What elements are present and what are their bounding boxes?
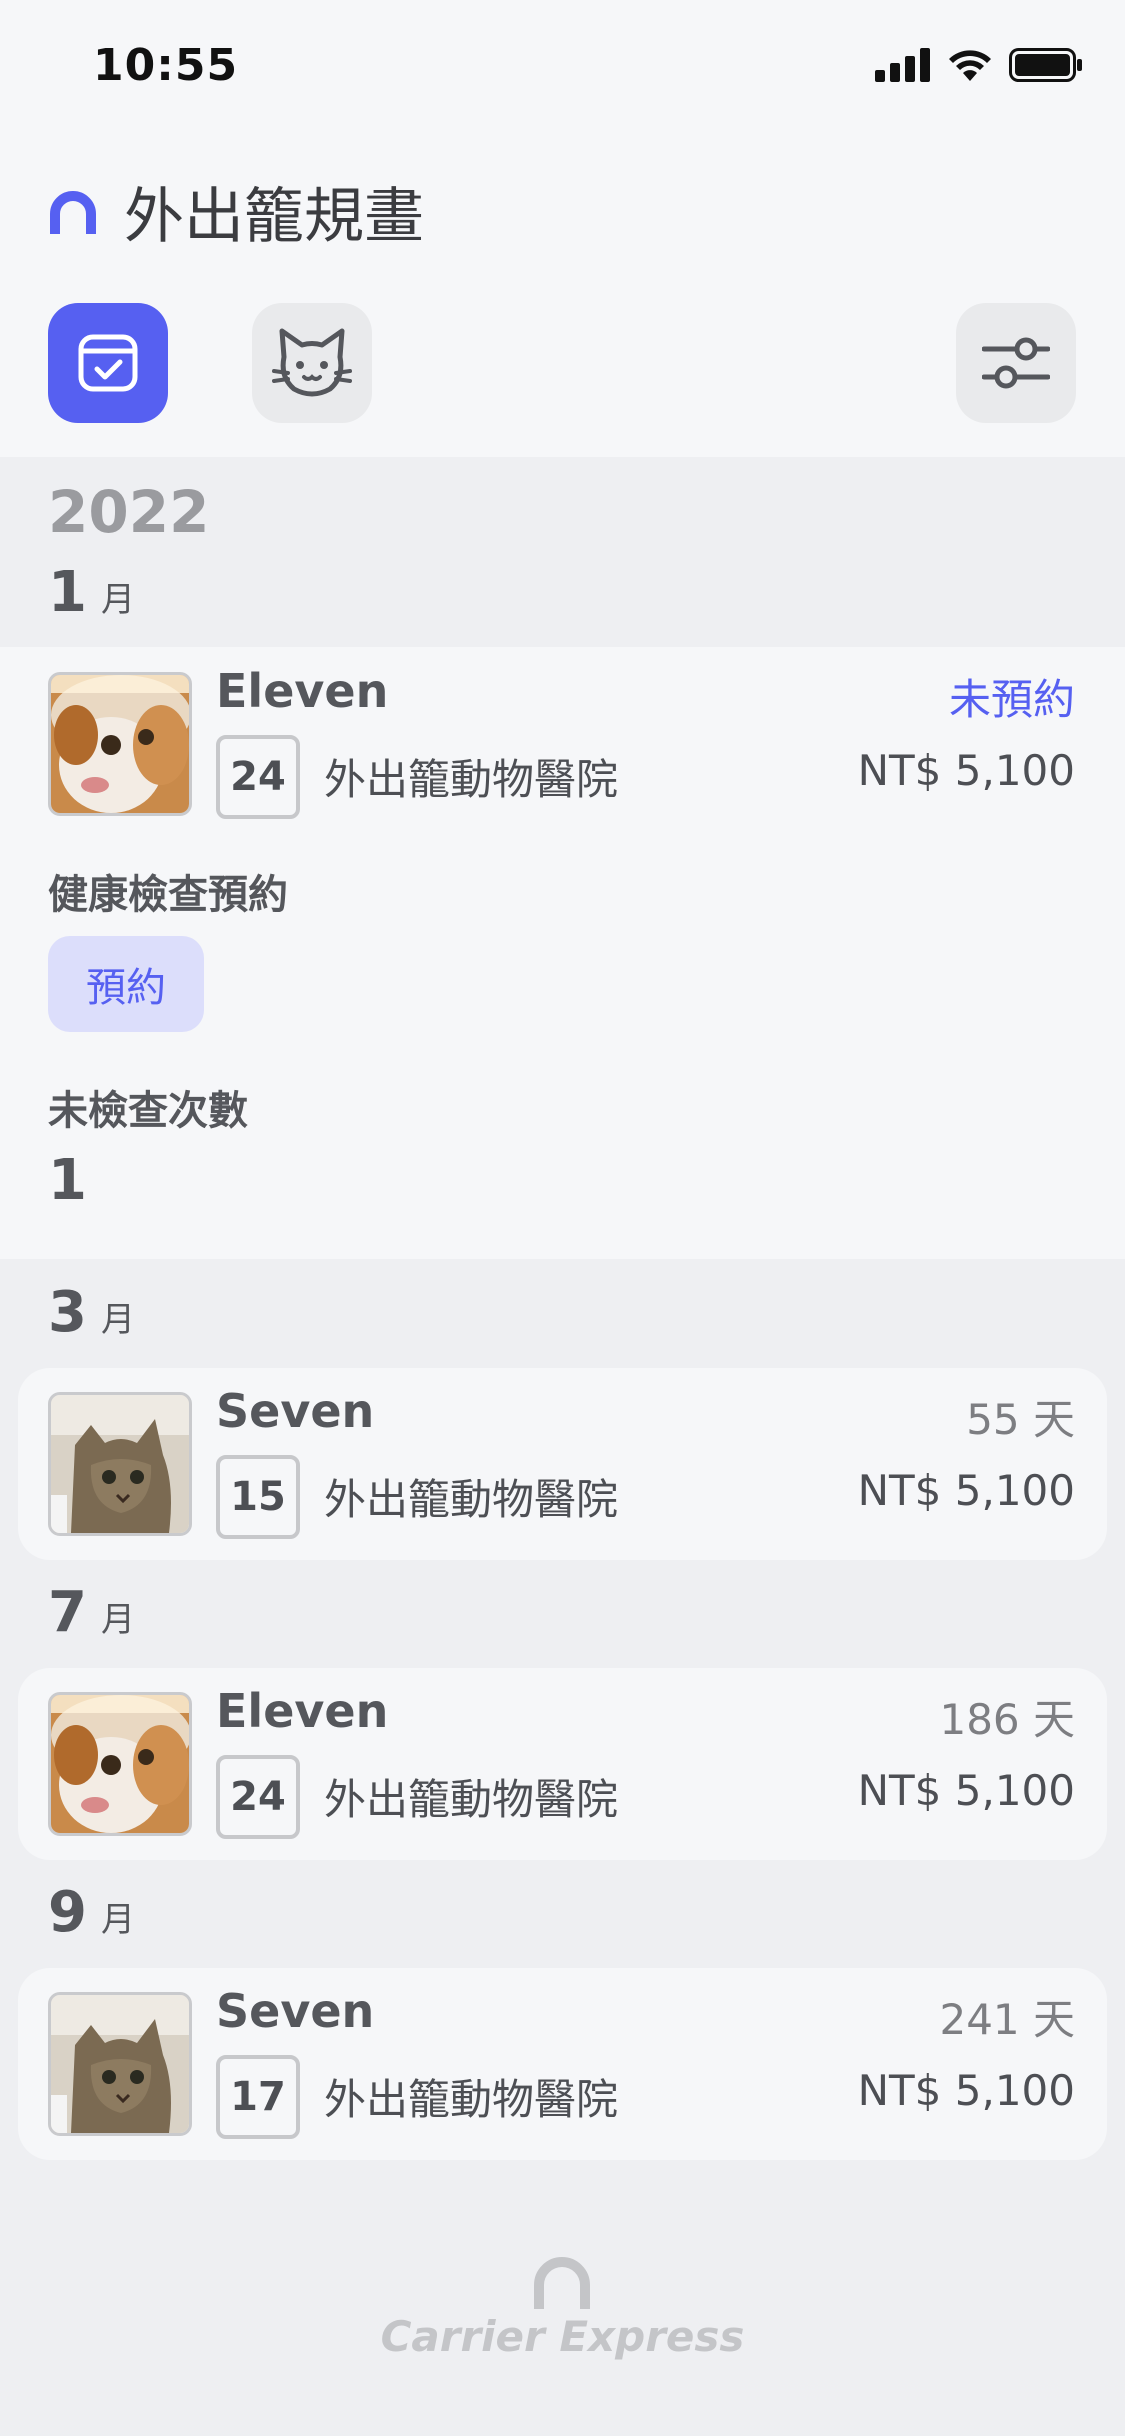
days-remaining: 55 天: [966, 1395, 1075, 1444]
month-unit: 月: [100, 1300, 135, 1340]
pet-name: Eleven: [216, 664, 389, 718]
month-number: 1: [48, 560, 87, 625]
price: NT$ 5,100: [857, 2066, 1075, 2115]
clinic-name: 外出籠動物醫院: [324, 2075, 619, 2124]
day-badge: 17: [216, 2055, 300, 2139]
avatar: [48, 1992, 192, 2136]
app-logo-icon: [50, 190, 96, 234]
status-time: 10:55: [93, 40, 239, 91]
page-title: 外出籠規畫: [124, 182, 424, 252]
unchecked-count-label: 未檢查次數: [48, 1088, 248, 1134]
sliders-icon: [982, 337, 1050, 389]
avatar: [48, 672, 192, 816]
cat-photo-eleven: [51, 675, 189, 813]
cat-photo-seven: [51, 1995, 189, 2133]
price: NT$ 5,100: [857, 1466, 1075, 1515]
cat-view-button[interactable]: [252, 303, 372, 423]
reserve-button[interactable]: 預約: [48, 936, 204, 1032]
clinic-name: 外出籠動物醫院: [324, 755, 619, 804]
footer-logo-icon: [534, 2257, 590, 2309]
pet-name: Seven: [216, 1384, 375, 1438]
clinic-name: 外出籠動物醫院: [324, 1475, 619, 1524]
title-row: 外出籠規畫: [48, 168, 424, 255]
reservation-status-link[interactable]: 未預約: [949, 666, 1075, 727]
avatar: [48, 1692, 192, 1836]
clinic-name: 外出籠動物醫院: [324, 1775, 619, 1824]
month-header: 1 月: [48, 560, 135, 625]
price: NT$ 5,100: [857, 1766, 1075, 1815]
day-badge: 15: [216, 1455, 300, 1539]
health-check-label: 健康檢查預約: [48, 872, 288, 918]
month-header: 7 月: [48, 1580, 135, 1645]
appointment-card[interactable]: Seven 55 天 15 外出籠動物醫院 NT$ 5,100: [18, 1368, 1107, 1560]
cat-icon: [272, 328, 352, 397]
day-badge: 24: [216, 735, 300, 819]
cellular-signal-icon: [875, 48, 930, 82]
unchecked-count: 1: [48, 1148, 87, 1213]
month-unit: 月: [100, 1900, 135, 1940]
wifi-icon: [949, 50, 991, 81]
month-number: 3: [48, 1280, 87, 1345]
appointment-card[interactable]: Eleven 186 天 24 外出籠動物醫院 NT$ 5,100: [18, 1668, 1107, 1860]
calendar-check-icon: [78, 334, 138, 392]
days-remaining: 186 天: [939, 1695, 1075, 1744]
month-unit: 月: [100, 1600, 135, 1640]
pet-name: Eleven: [216, 1684, 389, 1738]
cat-photo-eleven: [51, 1695, 189, 1833]
pet-name: Seven: [216, 1984, 375, 2038]
filter-button[interactable]: [956, 303, 1076, 423]
cat-photo-seven: [51, 1395, 189, 1533]
status-icons: [875, 48, 1083, 82]
month-unit: 月: [100, 580, 135, 620]
month-header: 3 月: [48, 1280, 135, 1345]
price: NT$ 5,100: [857, 746, 1075, 795]
days-remaining: 241 天: [939, 1995, 1075, 2044]
appointment-card[interactable]: Seven 241 天 17 外出籠動物醫院 NT$ 5,100: [18, 1968, 1107, 2160]
calendar-view-button[interactable]: [48, 303, 168, 423]
month-number: 9: [48, 1880, 87, 1945]
month-header: 9 月: [48, 1880, 135, 1945]
day-badge: 24: [216, 1755, 300, 1839]
year-label: 2022: [48, 478, 210, 546]
footer-brand: Carrier Express: [380, 2312, 745, 2361]
avatar: [48, 1392, 192, 1536]
battery-icon: [1009, 48, 1082, 82]
month-number: 7: [48, 1580, 87, 1645]
